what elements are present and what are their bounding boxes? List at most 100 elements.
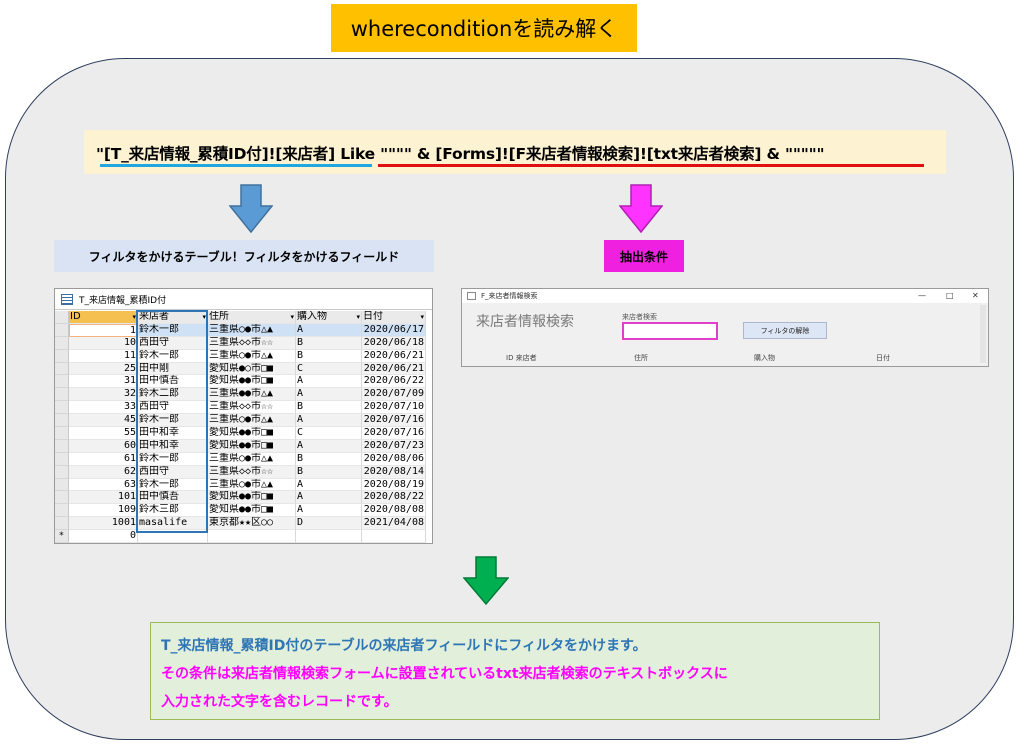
row-selector[interactable] <box>55 401 69 415</box>
row-selector[interactable] <box>55 375 69 389</box>
table-cell[interactable]: A <box>296 478 362 492</box>
table-cell[interactable]: A <box>296 375 362 389</box>
table-cell[interactable]: 三重県◇◇市☆☆ <box>208 336 296 350</box>
table-row[interactable]: 61 鈴木一郎 三重県○●市△▲ B 2020/08/06 <box>55 452 426 466</box>
row-selector[interactable] <box>55 452 69 466</box>
table-cell[interactable]: 60 <box>69 439 138 453</box>
table-cell[interactable]: 田中慎吾 <box>138 375 208 389</box>
table-cell[interactable]: 鈴木二郎 <box>138 388 208 402</box>
table-cell[interactable]: 2020/06/17 <box>362 323 426 337</box>
table-cell[interactable]: 田中剛 <box>138 362 208 376</box>
table-cell[interactable]: 62 <box>69 465 138 479</box>
row-selector[interactable] <box>55 504 69 518</box>
column-header[interactable]: 日付 ▾ <box>362 311 426 324</box>
table-cell[interactable]: A <box>296 491 362 505</box>
table-cell[interactable]: 109 <box>69 504 138 518</box>
table-cell[interactable]: 鈴木三郎 <box>138 504 208 518</box>
table-cell[interactable]: 63 <box>69 478 138 492</box>
row-selector[interactable] <box>55 336 69 350</box>
row-selector[interactable] <box>55 388 69 402</box>
table-cell[interactable]: 101 <box>69 491 138 505</box>
table-cell[interactable]: 田中和幸 <box>138 427 208 440</box>
table-row[interactable]: 31 田中慎吾 愛知県●●市□■ A 2020/06/22 <box>55 375 426 389</box>
table-cell[interactable]: 愛知県●●市□■ <box>208 427 296 440</box>
table-cell[interactable]: 2020/07/16 <box>362 414 426 428</box>
form-scrollbar[interactable] <box>980 305 986 363</box>
column-header[interactable]: 購入物 ▾ <box>296 311 362 324</box>
table-cell[interactable]: 愛知県●●市□■ <box>208 439 296 453</box>
table-row[interactable]: 109 鈴木三郎 愛知県●●市□■ A 2020/08/08 <box>55 504 426 518</box>
table-cell[interactable]: 45 <box>69 414 138 428</box>
row-selector[interactable] <box>55 465 69 479</box>
table-cell[interactable]: B <box>296 349 362 363</box>
table-cell[interactable]: 鈴木一郎 <box>138 478 208 492</box>
table-cell[interactable]: 2020/08/08 <box>362 504 426 518</box>
row-selector[interactable] <box>55 362 69 376</box>
row-selector[interactable] <box>55 323 69 337</box>
new-record-id[interactable]: 0 <box>69 530 138 544</box>
table-row[interactable]: 101 田中慎吾 愛知県●●市□■ A 2020/08/22 <box>55 491 426 505</box>
table-cell[interactable]: 2021/04/08 <box>362 517 426 531</box>
table-cell[interactable]: 愛知県●●市□■ <box>208 491 296 505</box>
table-cell[interactable]: 鈴木一郎 <box>138 323 208 337</box>
table-cell[interactable]: 愛知県●●市□■ <box>208 375 296 389</box>
table-cell[interactable]: 2020/07/09 <box>362 388 426 402</box>
table-row[interactable]: 55 田中和幸 愛知県●●市□■ C 2020/07/16 <box>55 427 426 440</box>
table-cell[interactable]: C <box>296 427 362 440</box>
table-cell[interactable]: D <box>296 517 362 531</box>
table-cell[interactable]: 三重県○●市△▲ <box>208 452 296 466</box>
table-cell[interactable]: 61 <box>69 452 138 466</box>
table-row[interactable]: 25 田中剛 愛知県●○市□■ C 2020/06/21 <box>55 362 426 376</box>
table-cell[interactable]: A <box>296 323 362 337</box>
table-row[interactable]: 62 西田守 三重県◇◇市☆☆ B 2020/08/14 <box>55 465 426 479</box>
table-cell[interactable]: 2020/08/06 <box>362 452 426 466</box>
row-selector[interactable] <box>55 478 69 492</box>
table-cell[interactable]: A <box>296 504 362 518</box>
table-row[interactable]: 1001 masalife 東京都★★区○○ D 2021/04/08 <box>55 517 426 531</box>
table-cell[interactable]: 愛知県●●市□■ <box>208 504 296 518</box>
row-selector[interactable] <box>55 414 69 428</box>
sort-dropdown-icon[interactable]: ▾ <box>420 311 424 323</box>
table-row[interactable]: 63 鈴木一郎 三重県○●市△▲ A 2020/08/19 <box>55 478 426 492</box>
table-row[interactable]: 33 西田守 三重県◇◇市☆☆ B 2020/07/10 <box>55 401 426 415</box>
table-cell[interactable]: 2020/08/14 <box>362 465 426 479</box>
table-cell[interactable]: 鈴木一郎 <box>138 414 208 428</box>
row-selector[interactable] <box>55 349 69 363</box>
table-tab[interactable]: T_来店情報_累積ID付 <box>55 289 432 310</box>
table-cell[interactable]: 田中慎吾 <box>138 491 208 505</box>
table-cell[interactable]: A <box>296 388 362 402</box>
table-cell[interactable]: 西田守 <box>138 465 208 479</box>
table-cell[interactable]: 三重県○●市△▲ <box>208 323 296 337</box>
table-cell[interactable]: 鈴木一郎 <box>138 349 208 363</box>
table-cell[interactable]: 愛知県●○市□■ <box>208 362 296 376</box>
table-cell[interactable]: 2020/08/19 <box>362 478 426 492</box>
table-cell[interactable]: C <box>296 362 362 376</box>
table-cell[interactable] <box>362 530 426 544</box>
table-cell[interactable]: B <box>296 336 362 350</box>
column-header[interactable]: ID ▾ <box>69 311 138 324</box>
table-cell[interactable]: 31 <box>69 375 138 389</box>
table-cell[interactable]: A <box>296 439 362 453</box>
table-cell[interactable]: 2020/06/21 <box>362 349 426 363</box>
table-cell[interactable]: 2020/07/23 <box>362 439 426 453</box>
sort-dropdown-icon[interactable]: ▾ <box>132 311 136 323</box>
table-cell[interactable]: 西田守 <box>138 401 208 415</box>
table-cell[interactable]: 2020/07/10 <box>362 401 426 415</box>
table-row[interactable]: 45 鈴木一郎 三重県○●市△▲ A 2020/07/16 <box>55 414 426 428</box>
sort-dropdown-icon[interactable]: ▾ <box>290 311 294 323</box>
visitor-search-input[interactable] <box>622 322 718 340</box>
table-row[interactable]: 60 田中和幸 愛知県●●市□■ A 2020/07/23 <box>55 439 426 453</box>
table-cell[interactable]: B <box>296 465 362 479</box>
table-cell[interactable]: 2020/06/22 <box>362 375 426 389</box>
table-cell[interactable]: 11 <box>69 349 138 363</box>
table-cell[interactable]: 三重県○●市△▲ <box>208 414 296 428</box>
table-cell[interactable]: 1001 <box>69 517 138 531</box>
table-cell[interactable]: 三重県○●市△▲ <box>208 478 296 492</box>
table-cell[interactable]: 東京都★★区○○ <box>208 517 296 531</box>
sort-dropdown-icon[interactable]: ▾ <box>202 311 206 323</box>
table-cell[interactable]: 10 <box>69 336 138 350</box>
sort-dropdown-icon[interactable]: ▾ <box>356 311 360 323</box>
table-cell[interactable]: 鈴木一郎 <box>138 452 208 466</box>
column-header[interactable]: 来店者 ▾ <box>138 311 208 324</box>
table-cell[interactable]: 西田守 <box>138 336 208 350</box>
